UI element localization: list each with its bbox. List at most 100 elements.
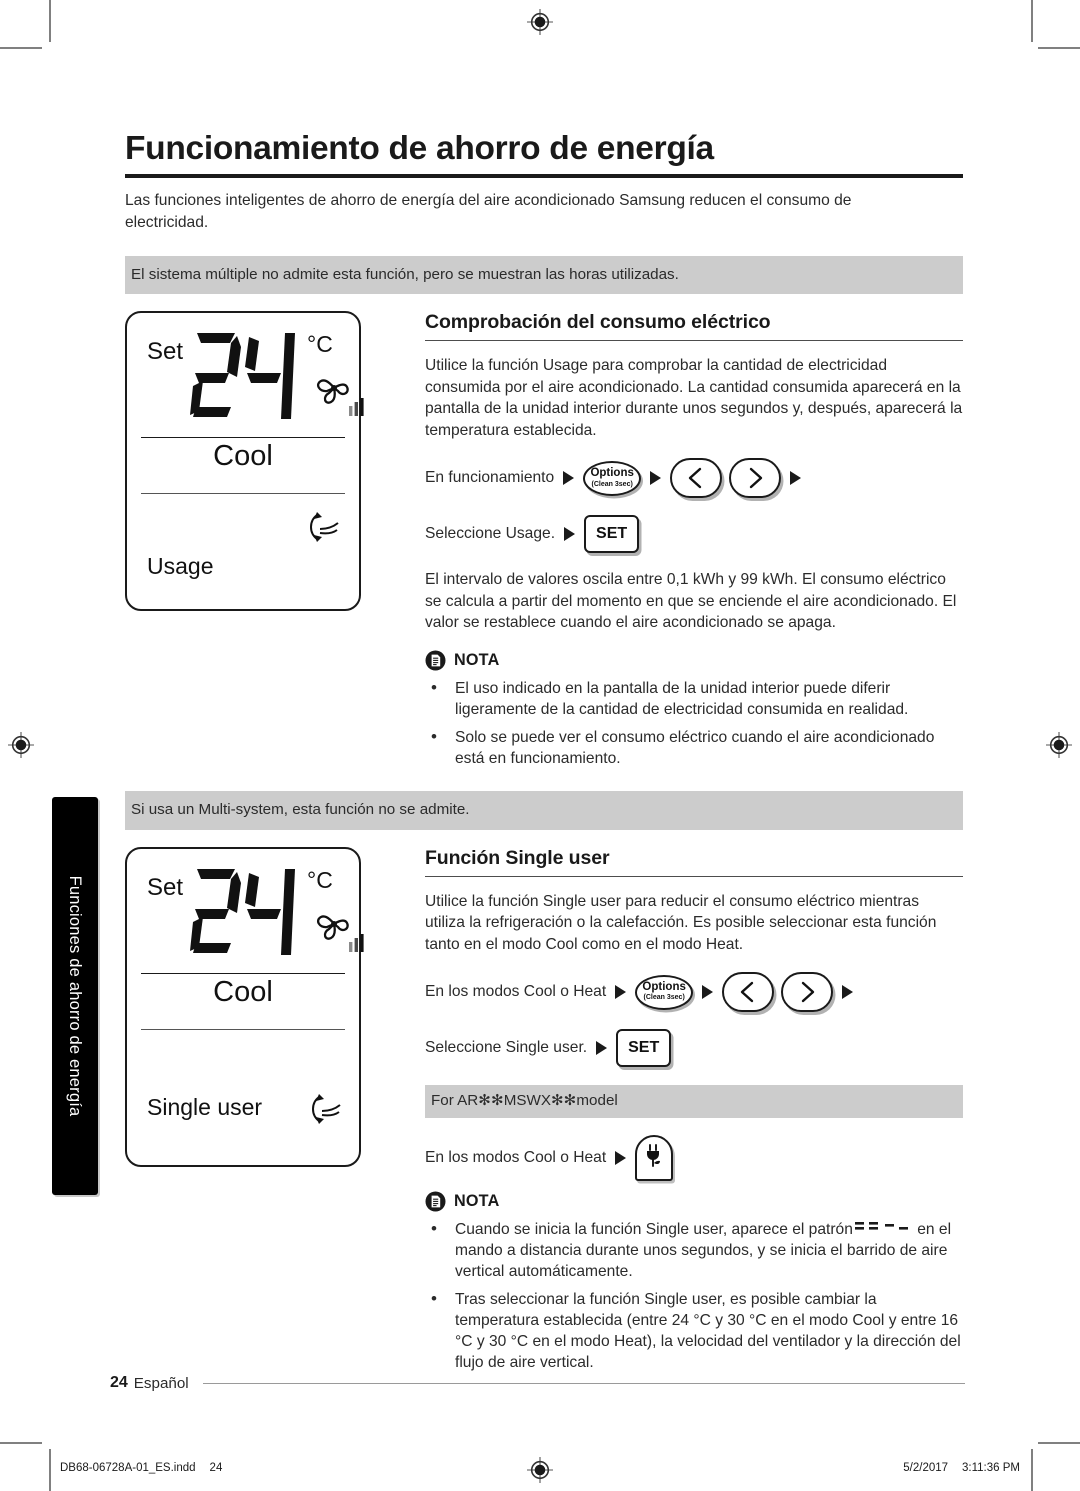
title-divider — [125, 173, 963, 178]
single-user-step-1-label: En los modos Cool o Heat — [425, 983, 607, 1001]
lcd-bottom-label: Single user — [147, 1093, 263, 1120]
usage-paragraph-1: Utilice la función Usage para comprobar … — [425, 357, 963, 439]
set-button[interactable]: SET — [584, 515, 640, 554]
usage-block: Set °C Cool Usage Comprobación del consu… — [125, 311, 963, 769]
single-user-pattern-icon — [854, 1220, 913, 1234]
single-user-block: Set °C Cool Single user Función Single u… — [125, 846, 963, 1373]
options-button-label: Options — [590, 467, 634, 480]
lcd-divider-bottom — [141, 1028, 345, 1030]
print-date: 5/2/2017 — [903, 1462, 949, 1474]
chevron-left-icon — [686, 466, 706, 490]
cropmark-bottom-left-horizontal — [0, 1442, 42, 1444]
chevron-left-icon — [738, 980, 758, 1004]
nota-item: Cuando se inicia la función Single user,… — [425, 1218, 963, 1282]
registration-mark-top — [527, 9, 553, 35]
single-user-illustration-column: Set °C Cool Single user — [125, 846, 415, 1373]
cropmark-top-left-horizontal — [0, 47, 42, 49]
print-time: 3:11:36 PM — [962, 1462, 1020, 1474]
arrow-triangle-icon — [615, 985, 627, 1000]
usage-text-column: Comprobación del consumo eléctrico Utili… — [415, 311, 963, 769]
lcd-temperature-segments — [189, 863, 309, 963]
footer-divider — [202, 1382, 965, 1384]
registration-mark-left — [8, 732, 34, 758]
page-footer: 24 Español — [110, 1374, 965, 1392]
lcd-divider-bottom — [141, 493, 345, 495]
cropmark-top-right-horizontal — [1038, 47, 1080, 49]
single-user-paragraph-1: Utilice la función Single user para redu… — [425, 892, 937, 953]
registration-mark-right — [1046, 732, 1072, 758]
arrow-triangle-icon — [563, 471, 575, 486]
single-user-text-column: Función Single user Utilice la función S… — [415, 847, 963, 1373]
nota-label: NOTA — [454, 1191, 500, 1210]
power-plug-eco-icon — [642, 1141, 666, 1174]
options-button[interactable]: Options (Clean 3sec) — [635, 974, 694, 1010]
print-timestamp: 5/2/2017 3:11:36 PM — [903, 1462, 1020, 1474]
fan-speed-bars-icon — [349, 396, 367, 421]
single-user-step-row-2: Seleccione Single user. SET — [425, 1029, 963, 1068]
lcd-unit-label: °C — [307, 866, 333, 893]
nota-label: NOTA — [454, 650, 500, 669]
cropmark-top-left-vertical — [49, 0, 51, 42]
single-user-step-2-label: Seleccione Single user. — [425, 1039, 588, 1057]
nota-list-single-user: Cuando se inicia la función Single user,… — [425, 1218, 963, 1373]
note-document-icon — [425, 650, 446, 671]
nota-heading-usage: NOTA — [425, 650, 963, 671]
lcd-divider-top — [141, 972, 345, 974]
nota-item: El uso indicado en la pantalla de la uni… — [425, 677, 963, 720]
section-title-usage: Comprobación del consumo eléctrico — [425, 311, 771, 334]
cropmark-top-right-vertical — [1031, 0, 1033, 42]
page-language: Español — [133, 1374, 189, 1392]
chevron-left-button[interactable] — [670, 458, 723, 499]
options-button-sublabel: (Clean 3sec) — [591, 480, 633, 488]
banner-multi-system-single: Si usa un Multi-system, esta función no … — [125, 791, 963, 830]
lcd-mode-label: Cool — [213, 440, 273, 473]
section-divider-usage — [425, 340, 963, 342]
print-filename: DB68-06728A-01_ES.indd 24 — [60, 1462, 222, 1474]
nota-list-usage: El uso indicado en la pantalla de la uni… — [425, 677, 963, 769]
print-filename-text: DB68-06728A-01_ES.indd — [60, 1462, 196, 1474]
intro-paragraph: Las funciones inteligentes de ahorro de … — [125, 191, 852, 231]
single-user-step-row-3: En los modos Cool o Heat — [425, 1134, 963, 1181]
cropmark-bottom-left-vertical — [49, 1449, 51, 1491]
lcd-bottom-label: Usage — [147, 553, 214, 580]
single-user-step-3-label: En los modos Cool o Heat — [425, 1148, 607, 1166]
chapter-tab: Funciones de ahorro de energía — [52, 797, 98, 1195]
lcd-temperature-segments — [189, 327, 309, 427]
cropmark-bottom-right-vertical — [1031, 1449, 1033, 1491]
lcd-divider-top — [141, 437, 345, 439]
page-content: Funcionamiento de ahorro de energía Las … — [125, 130, 963, 1373]
page-title: Funcionamiento de ahorro de energía — [125, 130, 714, 167]
fan-speed-bars-icon — [349, 932, 367, 957]
chevron-right-icon — [745, 466, 765, 490]
lcd-display-usage: Set °C Cool Usage — [125, 311, 364, 612]
arrow-triangle-icon — [790, 471, 802, 486]
usage-step-row-1: En funcionamiento Options (Clean 3sec) — [425, 458, 963, 499]
chevron-right-button[interactable] — [781, 972, 834, 1013]
options-button-label: Options — [642, 980, 686, 993]
nota-item-text-before: Cuando se inicia la función Single user,… — [455, 1220, 853, 1238]
page-number: 24 — [110, 1374, 128, 1391]
lcd-set-label: Set — [147, 873, 184, 901]
set-button[interactable]: SET — [616, 1029, 672, 1068]
eco-plug-button[interactable] — [635, 1134, 674, 1181]
print-page-number: 24 — [209, 1462, 223, 1474]
single-user-step-row-1: En los modos Cool o Heat Options (Clean … — [425, 972, 963, 1013]
section-title-single-user: Función Single user — [425, 846, 610, 869]
chevron-right-button[interactable] — [729, 458, 782, 499]
vertical-airflow-swing-icon — [309, 1091, 343, 1132]
chapter-tab-label: Funciones de ahorro de energía — [66, 875, 85, 1117]
nota-heading-single-user: NOTA — [425, 1191, 963, 1212]
options-button-sublabel: (Clean 3sec) — [643, 994, 685, 1002]
arrow-triangle-icon — [596, 1041, 608, 1056]
usage-step-1-label: En funcionamiento — [425, 469, 555, 487]
section-divider-single-user — [425, 875, 963, 877]
arrow-triangle-icon — [702, 985, 714, 1000]
note-document-icon — [425, 1191, 446, 1212]
chevron-left-button[interactable] — [722, 972, 775, 1013]
lcd-set-label: Set — [147, 338, 184, 366]
options-button[interactable]: Options (Clean 3sec) — [583, 460, 642, 496]
nota-item: Tras seleccionar la función Single user,… — [425, 1288, 963, 1373]
banner-multi-system-usage: El sistema múltiple no admite esta funci… — [125, 255, 963, 295]
banner-model-code: For AR✻✻MSWX✻✻model — [425, 1085, 963, 1118]
arrow-triangle-icon — [615, 1150, 627, 1165]
